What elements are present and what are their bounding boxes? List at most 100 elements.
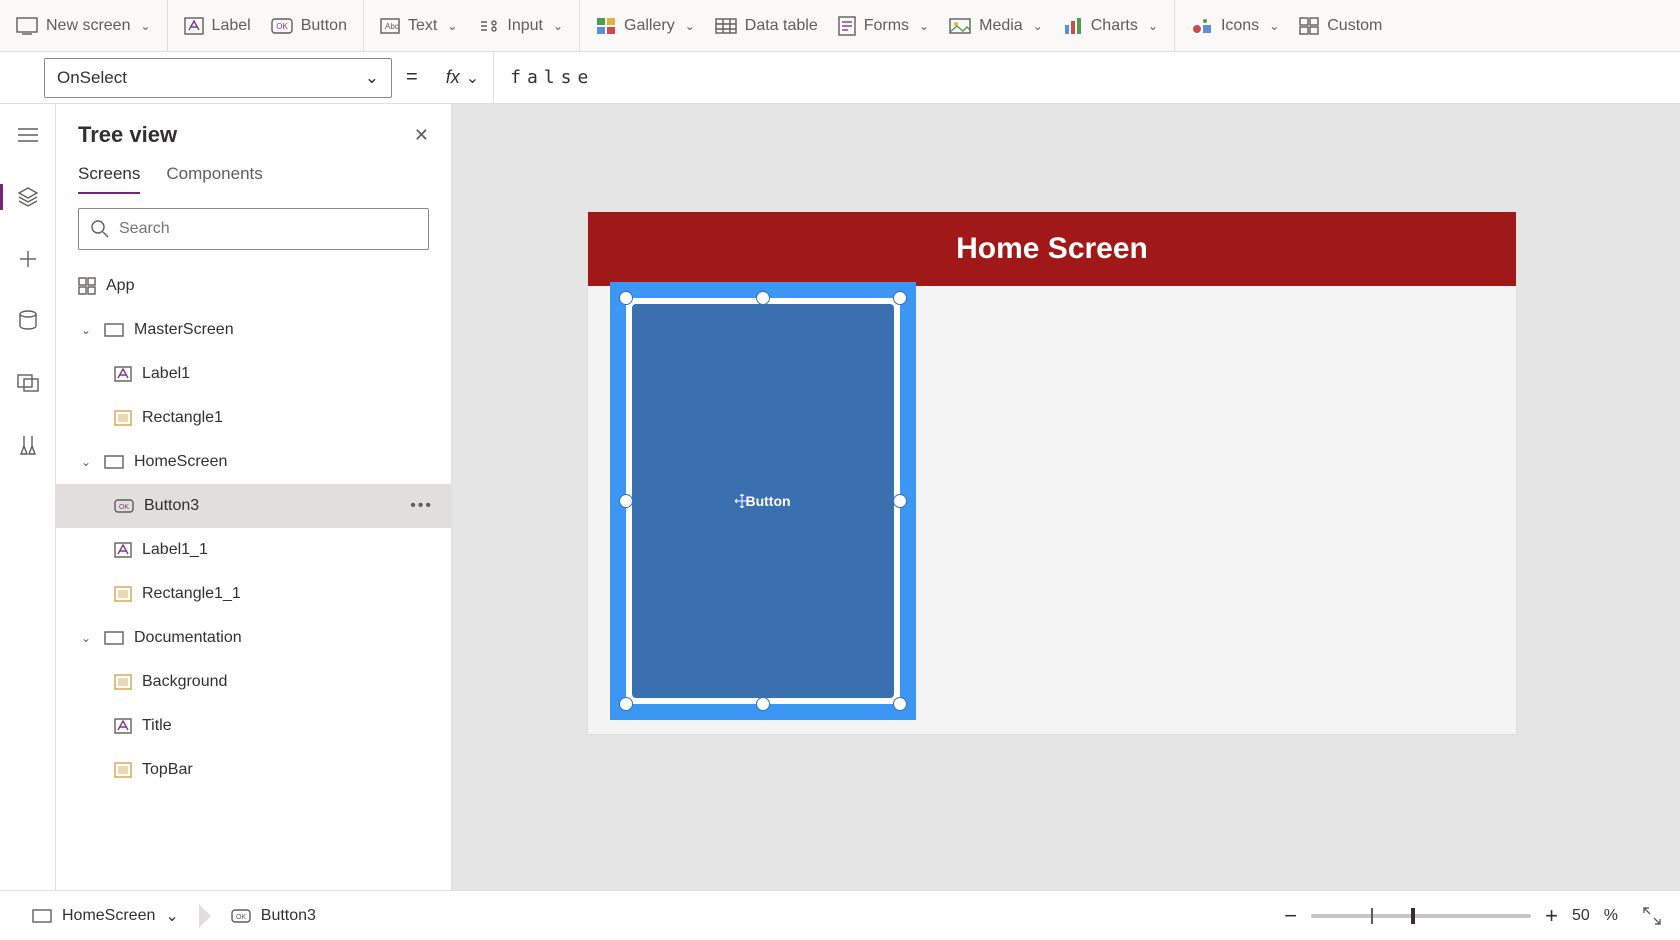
zoom-controls: − + 50 %	[1284, 903, 1662, 929]
search-icon	[91, 220, 109, 238]
more-icon[interactable]: •••	[410, 497, 433, 515]
insert-rail-button[interactable]	[0, 242, 55, 276]
tree-search-input[interactable]	[119, 220, 416, 238]
zoom-slider[interactable]	[1311, 914, 1531, 918]
media-rail-button[interactable]	[0, 366, 55, 400]
tree-screen-homescreen[interactable]: ⌄ HomeScreen	[56, 440, 451, 484]
insert-forms-button[interactable]: Forms ⌄	[838, 16, 929, 36]
resize-handle[interactable]	[893, 494, 907, 508]
insert-datatable-button[interactable]: Data table	[715, 17, 818, 35]
screen-title-bar: Home Screen	[588, 212, 1516, 286]
zoom-unit: %	[1604, 907, 1618, 925]
svg-text:Abc: Abc	[385, 22, 399, 31]
resize-handle[interactable]	[619, 291, 633, 305]
tree-search-box[interactable]	[78, 208, 429, 250]
insert-input-button[interactable]: Input ⌄	[477, 17, 563, 35]
resize-handle[interactable]	[893, 697, 907, 711]
screen-icon	[104, 455, 124, 469]
tree-item-title[interactable]: Title	[56, 704, 451, 748]
tree-item-label: Title	[142, 717, 172, 735]
rectangle-icon	[114, 586, 132, 602]
close-icon[interactable]: ✕	[414, 125, 429, 146]
chevron-down-icon: ⌄	[447, 19, 457, 33]
chevron-down-icon[interactable]: ⌄	[78, 455, 94, 469]
tree-item-button3[interactable]: OK Button3 •••	[56, 484, 451, 528]
chevron-down-icon: ⌄	[553, 19, 563, 33]
new-screen-button[interactable]: New screen ⌄	[16, 17, 151, 35]
insert-charts-button[interactable]: Charts ⌄	[1063, 17, 1158, 35]
tab-components[interactable]: Components	[166, 164, 262, 194]
chevron-down-icon: ⌄	[466, 68, 479, 88]
new-screen-label: New screen	[46, 17, 130, 35]
zoom-out-button[interactable]: −	[1284, 903, 1297, 929]
fx-button[interactable]: fx ⌄	[432, 52, 494, 103]
tree-view-rail-button[interactable]	[0, 180, 55, 214]
breadcrumb-control[interactable]: OK Button3	[217, 907, 330, 925]
label-icon	[114, 718, 132, 734]
tree-item-rectangle1[interactable]: Rectangle1	[56, 396, 451, 440]
tree-item-background[interactable]: Background	[56, 660, 451, 704]
tree-item-label: Label1_1	[142, 541, 208, 559]
insert-ribbon: New screen ⌄ Label OK Button Abc Text ⌄ …	[0, 0, 1680, 52]
canvas-button-label: Button	[745, 493, 790, 509]
app-icon	[78, 277, 96, 295]
insert-datatable-label: Data table	[745, 17, 818, 35]
tab-screens[interactable]: Screens	[78, 164, 140, 194]
breadcrumb-screen-label: HomeScreen	[62, 907, 155, 925]
insert-gallery-button[interactable]: Gallery ⌄	[596, 17, 695, 35]
tree-item-label: Documentation	[134, 629, 242, 647]
resize-handle[interactable]	[619, 697, 633, 711]
formula-bar: OnSelect ⌄ = fx ⌄ false	[0, 52, 1680, 104]
insert-text-label: Text	[408, 17, 437, 35]
property-selector[interactable]: OnSelect ⌄	[44, 58, 392, 98]
rectangle-icon	[114, 410, 132, 426]
chevron-down-icon: ⌄	[919, 19, 929, 33]
fullscreen-icon[interactable]	[1642, 906, 1662, 926]
insert-text-button[interactable]: Abc Text ⌄	[380, 17, 457, 35]
tree-item-label1-1[interactable]: Label1_1	[56, 528, 451, 572]
tree-view-panel: Tree view ✕ Screens Components App ⌄ Mas…	[56, 104, 452, 890]
insert-custom-button[interactable]: Custom	[1299, 17, 1382, 35]
equals-sign: =	[406, 66, 418, 89]
data-rail-button[interactable]	[0, 304, 55, 338]
tools-rail-button[interactable]	[0, 428, 55, 462]
resize-handle[interactable]	[893, 291, 907, 305]
artboard[interactable]: Home Screen Button	[588, 212, 1516, 734]
resize-handle[interactable]	[619, 494, 633, 508]
screen-icon	[104, 323, 124, 337]
tree-view-title: Tree view	[78, 122, 177, 148]
tree-item-label1[interactable]: Label1	[56, 352, 451, 396]
zoom-in-button[interactable]: +	[1545, 903, 1558, 929]
hamburger-button[interactable]	[0, 118, 55, 152]
tree-item-topbar[interactable]: TopBar	[56, 748, 451, 792]
insert-icons-button[interactable]: Icons ⌄	[1191, 17, 1279, 35]
formula-input[interactable]: false	[494, 67, 1680, 88]
insert-label-button[interactable]: Label	[184, 17, 251, 35]
resize-handle[interactable]	[756, 697, 770, 711]
label-icon	[114, 366, 132, 382]
insert-gallery-label: Gallery	[624, 17, 675, 35]
tree-item-rectangle1-1[interactable]: Rectangle1_1	[56, 572, 451, 616]
insert-button-text: Button	[301, 17, 347, 35]
insert-media-button[interactable]: Media ⌄	[949, 17, 1043, 35]
breadcrumb-screen[interactable]: HomeScreen ⌄	[18, 906, 193, 926]
selection-outline[interactable]: Button	[610, 282, 916, 720]
tree-app-node[interactable]: App	[56, 264, 451, 308]
canvas-button3[interactable]: Button	[632, 304, 894, 698]
selection-inner: Button	[626, 298, 900, 704]
canvas-area[interactable]: Home Screen Button	[452, 104, 1680, 890]
resize-handle[interactable]	[756, 291, 770, 305]
tree-item-label: HomeScreen	[134, 453, 227, 471]
insert-button-button[interactable]: OK Button	[271, 17, 347, 35]
chevron-down-icon[interactable]: ⌄	[78, 323, 94, 337]
chevron-down-icon[interactable]: ⌄	[78, 631, 94, 645]
chevron-down-icon: ⌄	[1269, 19, 1279, 33]
zoom-tick	[1371, 908, 1373, 924]
zoom-thumb[interactable]	[1411, 908, 1415, 924]
chevron-down-icon: ⌄	[365, 68, 379, 88]
chevron-down-icon: ⌄	[165, 906, 178, 926]
svg-text:OK: OK	[276, 22, 288, 31]
tree-item-label: TopBar	[142, 761, 193, 779]
tree-screen-documentation[interactable]: ⌄ Documentation	[56, 616, 451, 660]
tree-screen-masterscreen[interactable]: ⌄ MasterScreen	[56, 308, 451, 352]
